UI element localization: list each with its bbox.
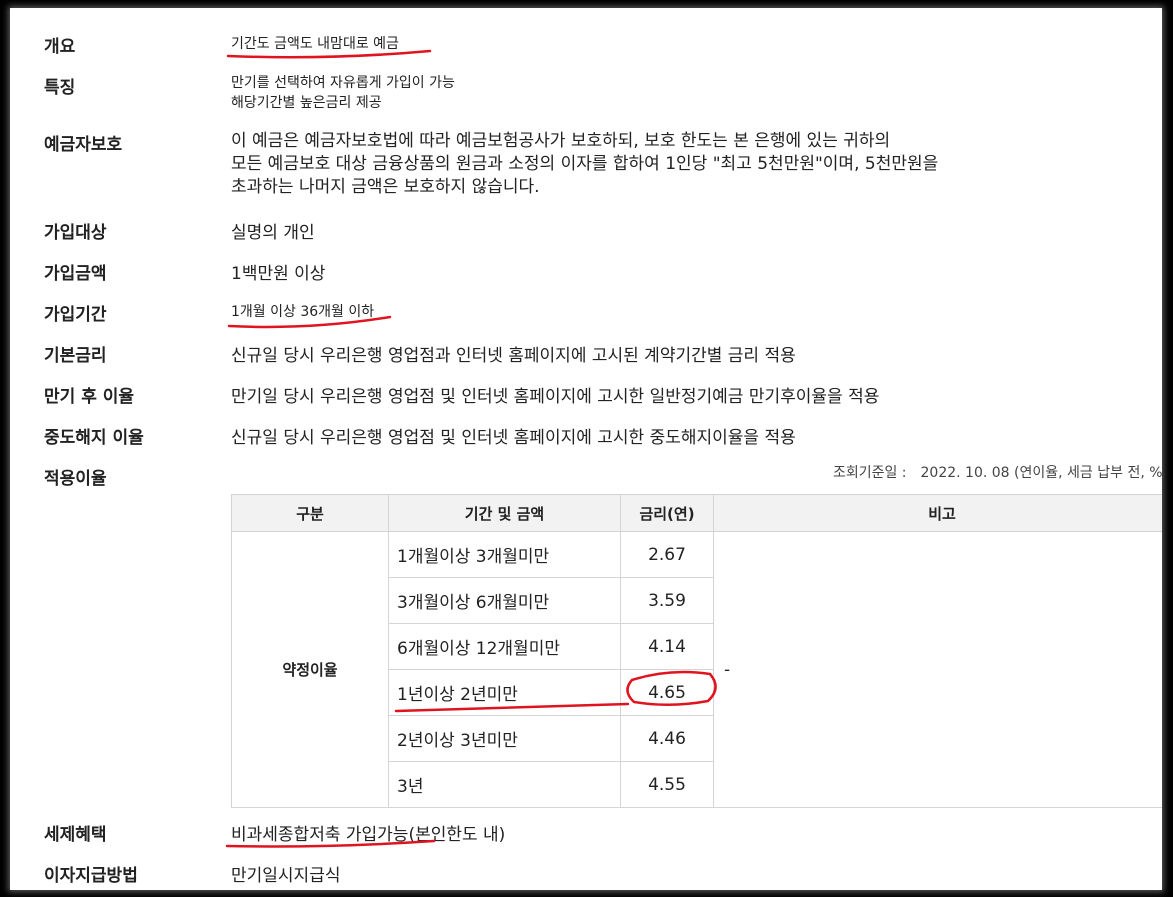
rate-table: 구분 기간 및 금액 금리(연) 비고 약정이율 1개월이상 3개월미만 2.6… [231, 494, 1162, 808]
eligibility-label: 가입대상 [44, 223, 107, 243]
period-cell: 6개월이상 12개월미만 [388, 623, 621, 670]
tax-value: 비과세종합저축 가입가능(본인한도 내) [231, 825, 506, 845]
amount-label: 가입금액 [44, 264, 107, 284]
header-category: 구분 [231, 494, 389, 532]
term-value: 1개월 이상 36개월 이하 [231, 304, 375, 320]
reference-date-value: 2022. 10. 08 (연이율, 세금 납부 전, %) [920, 465, 1162, 481]
note-cell: - [713, 531, 1162, 808]
eligibility-value: 실명의 개인 [231, 223, 315, 243]
reference-date-label: 조회기준일 : [832, 465, 907, 481]
rate-cell: 4.46 [620, 715, 714, 762]
payment-label: 이자지급방법 [44, 866, 138, 886]
base-rate-label: 기본금리 [44, 346, 107, 366]
features-value: 만기를 선택하여 자유롭게 가입이 가능 해당기간별 높은금리 제공 [231, 73, 455, 113]
rate-cell: 2.67 [620, 531, 714, 578]
period-cell: 3개월이상 6개월미만 [388, 577, 621, 624]
period-cell: 1년이상 2년미만 [388, 669, 621, 716]
table-row: 약정이율 1개월이상 3개월미만 2.67 - [231, 531, 1162, 808]
rate-cell: 4.65 [620, 669, 714, 716]
applied-rate-label: 적용이율 [44, 469, 107, 489]
product-info-panel: 개요 기간도 금액도 내맘대로 예금 특징 만기를 선택하여 자유롭게 가입이 … [10, 8, 1162, 890]
base-rate-value: 신규일 당시 우리은행 영업점과 인터넷 홈페이지에 고시된 계약기간별 금리 … [231, 346, 796, 366]
period-cell: 3년 [388, 761, 621, 808]
features-line: 만기를 선택하여 자유롭게 가입이 가능 [231, 75, 455, 91]
header-note: 비고 [713, 494, 1162, 532]
overview-label: 개요 [44, 37, 76, 57]
protection-value: 이 예금은 예금자보호법에 따라 예금보험공사가 보호하되, 보호 한도는 본 … [231, 130, 938, 199]
protection-line: 초과하는 나머지 금액은 보호하지 않습니다. [231, 177, 540, 197]
rate-table-header: 구분 기간 및 금액 금리(연) 비고 [231, 494, 1162, 532]
early-termination-value: 신규일 당시 우리은행 영업점 및 인터넷 홈페이지에 고시한 중도해지이율을 … [231, 428, 796, 448]
post-maturity-value: 만기일 당시 우리은행 영업점 및 인터넷 홈페이지에 고시한 일반정기예금 만… [231, 387, 880, 407]
protection-label: 예금자보호 [44, 135, 123, 155]
protection-line: 이 예금은 예금자보호법에 따라 예금보험공사가 보호하되, 보호 한도는 본 … [231, 131, 891, 151]
amount-value: 1백만원 이상 [231, 264, 326, 284]
rate-cell: 4.55 [620, 761, 714, 808]
reference-date: 조회기준일 : 2022. 10. 08 (연이율, 세금 납부 전, %) [833, 462, 1162, 482]
group-cell: 약정이율 [231, 531, 389, 808]
features-label: 특징 [44, 78, 76, 98]
features-line: 해당기간별 높은금리 제공 [231, 95, 382, 111]
period-cell: 1개월이상 3개월미만 [388, 531, 621, 578]
term-label: 가입기간 [44, 305, 107, 325]
rate-cell: 3.59 [620, 577, 714, 624]
tax-label: 세제혜택 [44, 825, 107, 845]
header-period: 기간 및 금액 [388, 494, 621, 532]
payment-value: 만기일시지급식 [231, 866, 341, 886]
early-termination-label: 중도해지 이율 [44, 428, 144, 448]
post-maturity-label: 만기 후 이율 [44, 387, 135, 407]
overview-value: 기간도 금액도 내맘대로 예금 [231, 36, 399, 52]
rate-cell: 4.14 [620, 623, 714, 670]
protection-line: 모든 예금보호 대상 금융상품의 원금과 소정의 이자를 합하여 1인당 "최고… [231, 154, 939, 174]
period-cell: 2년이상 3년미만 [388, 715, 621, 762]
header-rate: 금리(연) [620, 494, 714, 532]
